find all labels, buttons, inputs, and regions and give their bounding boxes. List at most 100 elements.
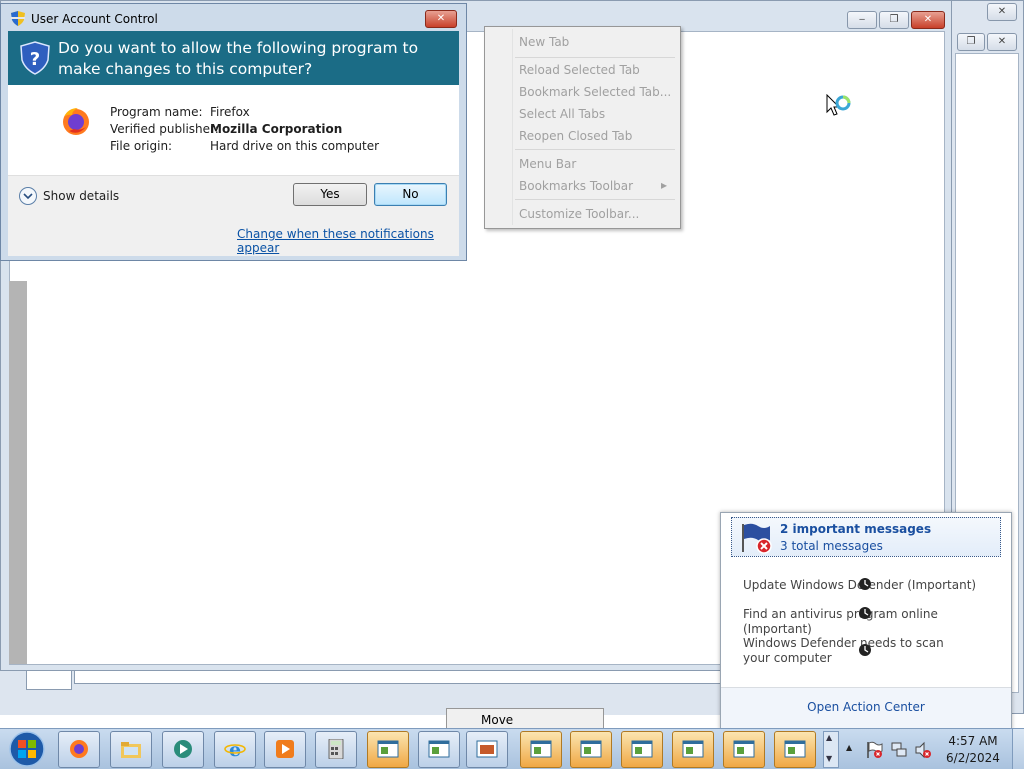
- window-icon: [530, 740, 552, 758]
- action-center-popup: 2 important messages 3 total messages Up…: [720, 512, 1012, 730]
- question-shield-icon: ?: [20, 41, 50, 75]
- no-button[interactable]: No: [374, 183, 447, 206]
- publisher-label: Verified publisher:: [110, 122, 219, 136]
- taskbar: e ▲ ▼ ▲ 4:57 AM 6/2/2024: [0, 728, 1024, 769]
- uac-banner: ? Do you want to allow the following pro…: [8, 31, 459, 85]
- window-icon: [580, 740, 602, 758]
- menu-separator: [515, 149, 675, 150]
- action-center-summary[interactable]: 2 important messages 3 total messages: [731, 517, 1001, 557]
- media-player-icon: [276, 740, 294, 758]
- busy-spinner-icon: [859, 607, 871, 619]
- file-origin-label: File origin:: [110, 139, 173, 153]
- scrollbar-left[interactable]: [9, 281, 27, 664]
- menu-item-new-tab[interactable]: New Tab: [519, 35, 569, 49]
- program-name-label: Program name:: [110, 105, 203, 119]
- action-center-flag-error-icon[interactable]: [866, 741, 884, 759]
- clock-date[interactable]: 6/2/2024: [942, 751, 1004, 765]
- menu-item-bookmarks-toolbar[interactable]: Bookmarks Toolbar: [519, 179, 633, 193]
- busy-spinner-icon: [859, 644, 871, 656]
- chevron-down-icon[interactable]: [18, 186, 38, 206]
- publisher-value: Mozilla Corporation: [210, 122, 343, 136]
- internet-explorer-icon: e: [224, 739, 246, 759]
- uac-shield-icon: [11, 11, 25, 26]
- menu-item-menu-bar[interactable]: Menu Bar: [519, 157, 576, 171]
- window-icon: [682, 740, 704, 758]
- uac-question: Do you want to allow the following progr…: [58, 39, 419, 78]
- window-icon: [377, 740, 399, 758]
- menu-item-select-all-tabs[interactable]: Select All Tabs: [519, 107, 605, 121]
- firefox-logo-icon: [63, 108, 89, 135]
- scroll-up-arrow-icon[interactable]: ▲: [826, 733, 832, 742]
- folder-icon: [121, 742, 141, 758]
- busy-cursor-icon: [826, 94, 851, 116]
- volume-muted-icon[interactable]: [914, 741, 932, 759]
- clock-time[interactable]: 4:57 AM: [942, 734, 1004, 748]
- close-button[interactable]: ✕: [911, 11, 945, 29]
- taskbar-window-button[interactable]: [570, 731, 612, 768]
- menu-item-move[interactable]: Move: [481, 713, 513, 727]
- taskbar-calculator[interactable]: [315, 731, 357, 768]
- taskbar-windows-explorer[interactable]: [110, 731, 152, 768]
- menu-separator: [515, 199, 675, 200]
- svg-text:e: e: [229, 739, 241, 759]
- bg-close-button[interactable]: ✕: [987, 33, 1017, 51]
- uac-dialog: User Account Control ✕ ? Do you want to …: [0, 3, 467, 261]
- total-messages-subline[interactable]: 3 total messages: [780, 539, 883, 553]
- taskbar-media-player[interactable]: [264, 731, 306, 768]
- minimize-button[interactable]: ‒: [847, 11, 877, 29]
- menu-item-bookmark-selected-tab[interactable]: Bookmark Selected Tab...: [519, 85, 671, 99]
- maximize-button[interactable]: ❐: [879, 11, 909, 29]
- scroll-down-arrow-icon[interactable]: ▼: [826, 754, 832, 763]
- show-details-toggle[interactable]: Show details: [43, 189, 119, 203]
- menu-item-customize-toolbar[interactable]: Customize Toolbar...: [519, 207, 639, 221]
- menu-separator: [515, 57, 675, 58]
- uac-title: User Account Control: [31, 12, 158, 26]
- firefox-icon: [70, 740, 88, 758]
- uac-footer: Show details Yes No Change when these no…: [8, 175, 459, 256]
- open-action-center-link[interactable]: Open Action Center: [721, 700, 1011, 714]
- show-hidden-icons-arrow[interactable]: ▲: [846, 743, 852, 752]
- window-icon: [784, 740, 806, 758]
- tab-context-menu: New Tab Reload Selected Tab Bookmark Sel…: [484, 26, 681, 229]
- bottom-frame-inner: [26, 671, 72, 690]
- uac-body: Program name: Firefox Verified publisher…: [8, 85, 459, 175]
- taskbar-window-button[interactable]: [774, 731, 816, 768]
- action-center-flag-icon: [742, 523, 772, 554]
- window-icon: [428, 740, 450, 758]
- taskbar-firefox[interactable]: [58, 731, 100, 768]
- change-notifications-link[interactable]: Change when these notifications appear: [237, 227, 459, 255]
- important-messages-headline[interactable]: 2 important messages: [780, 522, 931, 536]
- yes-button[interactable]: Yes: [293, 183, 367, 206]
- bg-maximize-button[interactable]: ❐: [957, 33, 985, 51]
- start-orb-icon[interactable]: [6, 730, 48, 768]
- show-desktop-button[interactable]: [1012, 729, 1024, 769]
- taskbar-scroll: ▲ ▼: [823, 731, 839, 768]
- file-origin-value: Hard drive on this computer: [210, 139, 380, 153]
- program-name-value: Firefox: [210, 105, 250, 119]
- uac-close-button[interactable]: ✕: [425, 10, 457, 28]
- taskbar-window-button[interactable]: [418, 731, 460, 768]
- taskbar-window-button[interactable]: [621, 731, 663, 768]
- media-center-icon: [174, 740, 192, 758]
- submenu-arrow-icon: ▸: [661, 178, 668, 192]
- control-panel-icon: [476, 740, 498, 758]
- svg-text:?: ?: [30, 49, 40, 70]
- menu-item-reload-selected-tab[interactable]: Reload Selected Tab: [519, 63, 640, 77]
- uac-titlebar[interactable]: User Account Control ✕: [1, 4, 466, 30]
- taskbar-window-button[interactable]: [367, 731, 409, 768]
- taskbar-window-button[interactable]: [520, 731, 562, 768]
- taskbar-internet-explorer[interactable]: e: [214, 731, 256, 768]
- taskbar-media-center[interactable]: [162, 731, 204, 768]
- menu-gutter: [512, 29, 513, 225]
- window-icon: [631, 740, 653, 758]
- busy-spinner-icon: [859, 578, 871, 590]
- bg-close-button-top[interactable]: ✕: [987, 3, 1017, 21]
- window-icon: [733, 740, 755, 758]
- taskbar-window-button[interactable]: [723, 731, 765, 768]
- action-center-footer: Open Action Center: [721, 688, 1011, 729]
- calculator-icon: [328, 739, 344, 759]
- menu-item-reopen-closed-tab[interactable]: Reopen Closed Tab: [519, 129, 632, 143]
- taskbar-window-button[interactable]: [466, 731, 508, 768]
- taskbar-window-button[interactable]: [672, 731, 714, 768]
- network-icon[interactable]: [890, 741, 908, 759]
